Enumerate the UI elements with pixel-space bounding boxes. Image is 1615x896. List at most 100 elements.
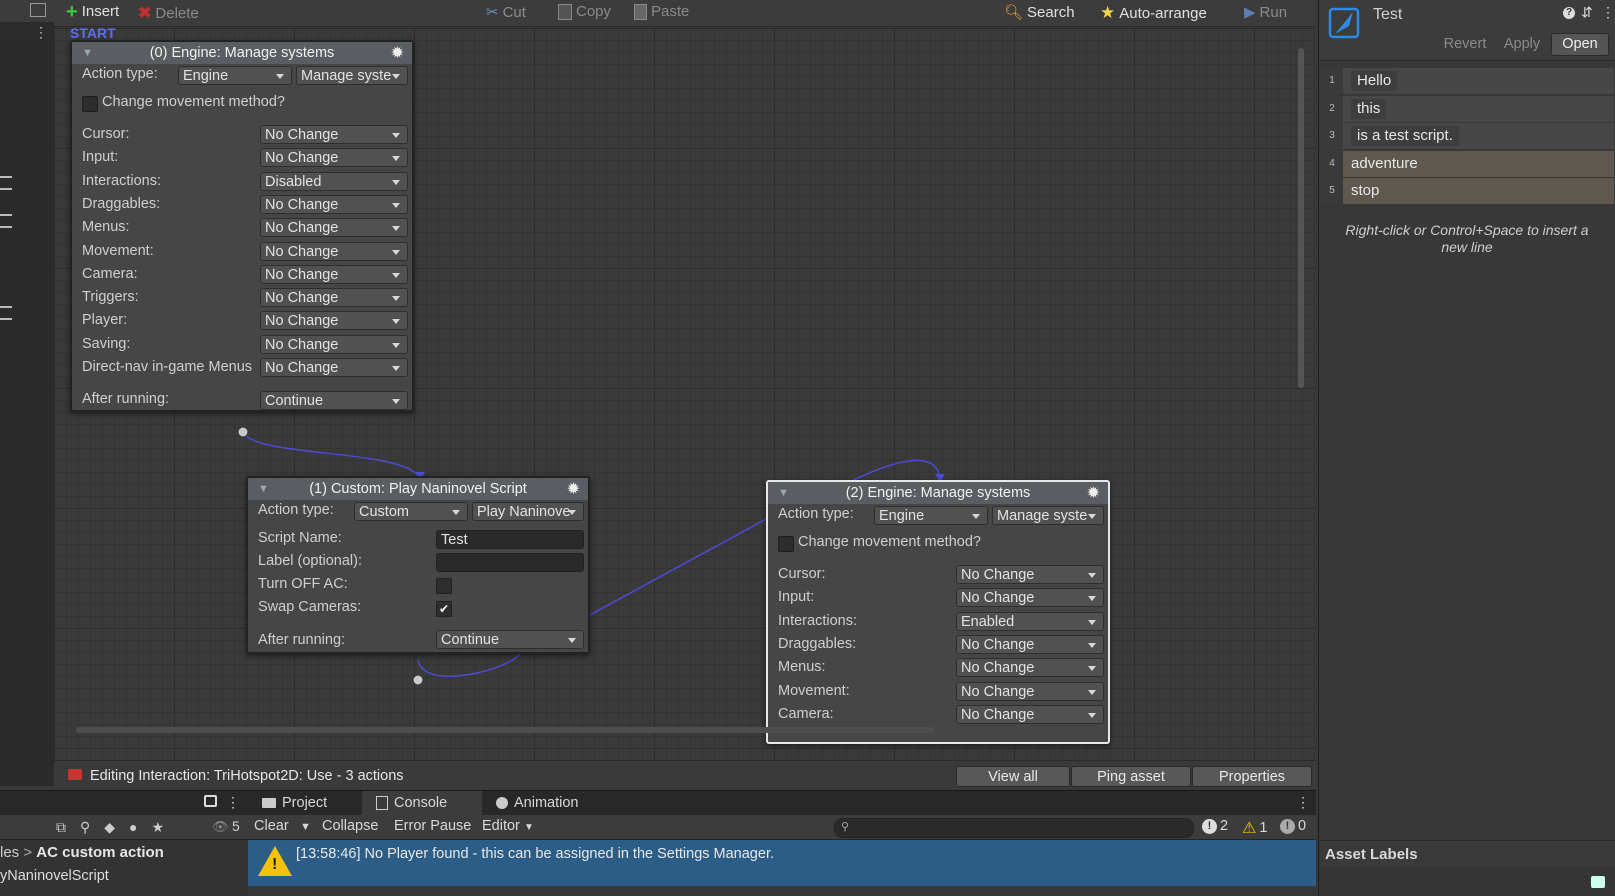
field-dropdown[interactable]: No Change [260,264,408,284]
warning-count-toggle[interactable]: ⚠ 1 [1242,818,1267,838]
dock-icon[interactable]: ⧉ [56,819,66,835]
error-count-toggle[interactable]: ! 0 [1280,818,1306,834]
collapse-button[interactable]: Collapse [322,818,378,834]
label-optional-field[interactable] [436,553,584,572]
properties-button[interactable]: Properties [1192,766,1312,787]
action-node-2[interactable]: ▼ (2) Engine: Manage systems ✹ Action ty… [766,480,1110,744]
star-icon[interactable]: ★ [152,819,165,835]
breadcrumb-current[interactable]: AC custom action [36,844,164,861]
script-name-field[interactable]: Test [436,530,584,549]
dock-icon[interactable] [30,3,46,17]
action-node-1[interactable]: ▼ (1) Custom: Play Naninovel Script ✹ Ac… [246,476,590,654]
search-button[interactable]: 🔍︎ Search [1004,3,1075,22]
more-icon[interactable]: ⋮ [1296,794,1310,811]
help-icon[interactable]: ? [1563,7,1575,19]
info-icon[interactable]: ● [129,819,137,835]
node-0-header[interactable]: ▼ (0) Engine: Manage systems ✹ [72,42,412,64]
field-dropdown[interactable]: No Change [956,588,1104,608]
field-dropdown[interactable]: No Change [260,358,408,377]
gear-icon[interactable]: ✹ [567,479,580,499]
line-text[interactable]: this [1351,98,1387,119]
project-file-item[interactable]: yNaninovelScript [0,868,109,884]
cut-button[interactable]: ✂ Cut [486,3,526,22]
field-dropdown[interactable]: No Change [956,634,1104,654]
collapse-triangle-icon[interactable]: ▼ [258,483,269,495]
field-dropdown[interactable]: No Change [260,218,408,238]
tab-animation[interactable]: Animation [482,791,602,815]
turn-off-ac-checkbox[interactable] [436,578,452,594]
delete-button[interactable]: ✖ Delete [138,3,199,23]
field-dropdown[interactable]: No Change [956,681,1104,701]
node-graph-canvas[interactable]: START ▼ (0) Engine: Manage systems ✹ Act… [54,28,1316,778]
eye-icon[interactable]: 👁︎ [212,819,229,835]
field-dropdown[interactable]: No Change [956,565,1104,584]
copy-button[interactable]: Copy [558,3,611,20]
field-dropdown[interactable]: No Change [260,148,408,168]
preset-icon[interactable]: ⇵ [1581,4,1593,21]
info-count-toggle[interactable]: ! 2 [1202,818,1228,834]
breadcrumb-prefix[interactable]: les [0,844,19,861]
action-type-dropdown[interactable]: Engine [178,66,292,85]
line-text[interactable]: Hello [1351,71,1398,91]
field-dropdown[interactable]: No Change [260,334,408,354]
action-subtype-dropdown[interactable]: Manage syste [296,66,408,85]
horizontal-scrollbar[interactable] [76,727,934,733]
apply-button[interactable]: Apply [1495,34,1549,54]
tab-console[interactable]: Console [362,791,482,815]
more-icon[interactable]: ⋮ [34,24,48,41]
after-running-dropdown[interactable]: Continue [260,391,408,410]
revert-button[interactable]: Revert [1437,34,1493,54]
script-line[interactable]: 5 stop [1321,178,1614,204]
error-pause-button[interactable]: Error Pause [394,818,471,834]
field-dropdown[interactable]: No Change [260,125,408,144]
action-subtype-dropdown[interactable]: Play Naninove [472,502,584,521]
insert-button[interactable]: + Insert [66,2,119,22]
clear-button[interactable]: Clear [254,818,289,834]
console-search-input[interactable]: ⚲ [834,818,1194,838]
field-dropdown[interactable]: Enabled [956,611,1104,631]
script-line[interactable]: 4 adventure [1321,150,1614,177]
console-log-entry[interactable]: ! [13:58:46] No Player found - this can … [248,840,1316,886]
field-dropdown[interactable]: No Change [956,658,1104,678]
label-icon[interactable]: ◆ [104,819,115,835]
action-subtype-dropdown[interactable]: Manage syste [992,506,1104,525]
field-dropdown[interactable]: No Change [260,241,408,261]
node-2-header[interactable]: ▼ (2) Engine: Manage systems ✹ [768,482,1108,504]
swap-cameras-checkbox[interactable]: ✔ [436,601,452,617]
collapse-triangle-icon[interactable]: ▼ [82,47,93,59]
node-1-header[interactable]: ▼ (1) Custom: Play Naninovel Script ✹ [248,478,588,500]
change-movement-checkbox[interactable] [778,536,794,552]
action-type-dropdown[interactable]: Custom [354,502,468,521]
tag-icon[interactable] [1591,876,1605,888]
field-dropdown[interactable]: No Change [260,288,408,308]
field-dropdown[interactable]: No Change [260,311,408,331]
script-line[interactable]: 2 this [1321,95,1614,122]
action-type-dropdown[interactable]: Engine [874,506,988,525]
ping-asset-button[interactable]: Ping asset [1071,766,1191,787]
line-text[interactable]: stop [1345,181,1385,201]
line-text[interactable]: is a test script. [1351,126,1459,146]
line-text[interactable]: adventure [1345,154,1424,174]
script-line[interactable]: 1 Hello [1321,68,1614,94]
field-dropdown[interactable]: No Change [956,704,1104,724]
gear-icon[interactable]: ✹ [391,43,404,63]
more-icon[interactable]: ⋮ [226,794,240,811]
tab-project[interactable]: Project [248,791,362,815]
field-dropdown[interactable]: No Change [260,194,408,214]
vertical-scrollbar[interactable] [1298,48,1304,388]
paste-button[interactable]: Paste [634,3,689,20]
script-line[interactable]: 3 is a test script. [1321,123,1614,149]
action-node-0[interactable]: ▼ (0) Engine: Manage systems ✹ Action ty… [70,40,414,412]
auto-arrange-button[interactable]: ★ Auto-arrange [1100,3,1207,23]
editor-dropdown[interactable]: Editor [482,818,520,834]
after-running-dropdown[interactable]: Continue [436,630,584,649]
lock-small-icon[interactable] [204,795,217,807]
more-icon[interactable]: ⋮ [1601,4,1615,21]
run-button[interactable]: ▶ Run [1244,3,1287,22]
view-all-button[interactable]: View all [956,766,1070,787]
filter-icon[interactable]: ⚲ [80,819,90,835]
field-dropdown[interactable]: Disabled [260,171,408,191]
change-movement-checkbox[interactable] [82,96,98,112]
open-button[interactable]: Open [1551,33,1609,56]
collapse-triangle-icon[interactable]: ▼ [778,487,789,499]
